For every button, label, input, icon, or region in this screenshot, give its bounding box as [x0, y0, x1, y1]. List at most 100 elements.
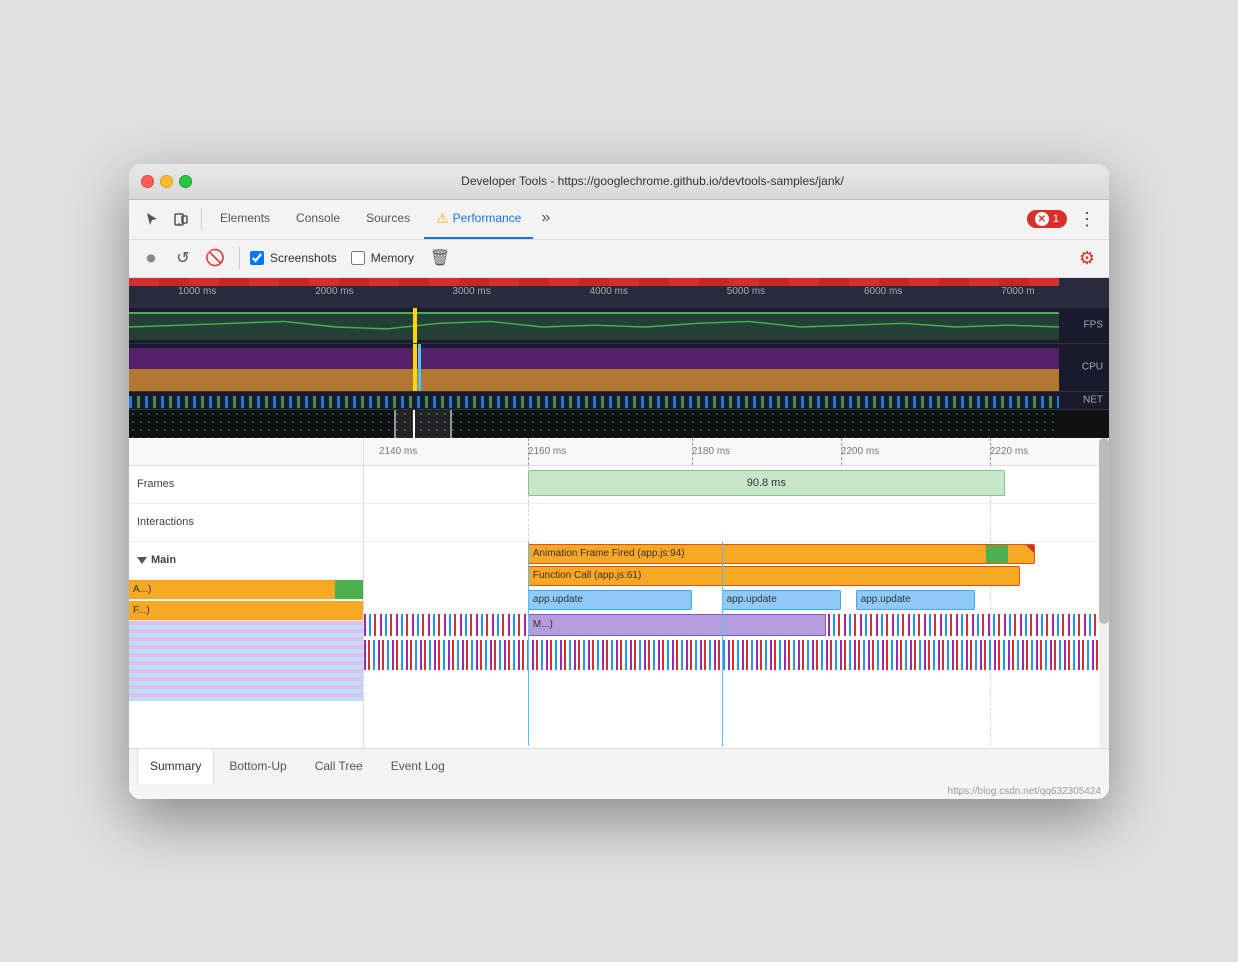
memory-checkbox[interactable]	[351, 251, 365, 265]
cpu-spike	[413, 344, 417, 391]
animation-frame-bar[interactable]: Animation Frame Fired (app.js:94)	[528, 544, 1035, 564]
fc-ruler-label-row	[129, 438, 363, 466]
dashed-line-4	[990, 438, 991, 465]
interactions-row	[364, 504, 1109, 542]
fps-red-strip	[129, 278, 1059, 286]
scrollbar-thumb[interactable]	[1099, 438, 1109, 624]
tab-more[interactable]: »	[535, 199, 556, 239]
fps-row: FPS	[129, 308, 1109, 344]
net-label: NET	[1083, 395, 1103, 406]
error-badge[interactable]: ✕ 1	[1027, 210, 1067, 228]
fc-tick-2200: 2200 ms	[841, 446, 879, 457]
tab-elements[interactable]: Elements	[208, 199, 282, 239]
timeline-cursor	[413, 410, 415, 438]
dashed-int-1	[528, 504, 529, 541]
ruler-tick-6000: 6000 ms	[864, 286, 902, 297]
tab-bottom-up[interactable]: Bottom-Up	[216, 748, 299, 784]
micro-bar-row-2	[364, 640, 1109, 670]
fc-tick-2220: 2220 ms	[990, 446, 1028, 457]
screenshots-row	[129, 410, 1109, 438]
error-icon: ✕	[1035, 212, 1049, 226]
bottom-tab-bar: Summary Bottom-Up Call Tree Event Log	[129, 748, 1109, 784]
timeline-overview[interactable]: 1000 ms 2000 ms 3000 ms 4000 ms 5000 ms …	[129, 278, 1109, 438]
cpu-label: CPU	[1082, 362, 1103, 373]
performance-toolbar: ⏺ ↺ 🚫 Screenshots Memory 🗑 ⚙	[129, 240, 1109, 278]
window-title: Developer Tools - https://googlechrome.g…	[208, 174, 1097, 188]
scrollbar-track[interactable]	[1099, 438, 1109, 748]
frames-label: Frames	[129, 466, 363, 504]
cpu-blue-spike	[418, 344, 421, 391]
tab-event-log[interactable]: Event Log	[378, 748, 458, 784]
record-button[interactable]: ⏺	[137, 244, 165, 272]
dashed-line-1	[528, 438, 529, 465]
screenshot-dots	[129, 410, 1059, 438]
screenshots-label: Screenshots	[270, 251, 337, 265]
net-row: NET	[129, 392, 1109, 410]
screenshots-checkbox[interactable]	[250, 251, 264, 265]
main-flame-area[interactable]: Animation Frame Fired (app.js:94) Functi…	[364, 542, 1109, 746]
ruler-tick-5000: 5000 ms	[727, 286, 765, 297]
app-update-bar-2[interactable]: app.update	[722, 590, 841, 610]
ruler-tick-2000: 2000 ms	[315, 286, 353, 297]
more-menu-button[interactable]: ⋮	[1073, 205, 1101, 233]
titlebar: Developer Tools - https://googlechrome.g…	[129, 164, 1109, 200]
divider	[201, 208, 202, 230]
overview-selection[interactable]	[394, 410, 453, 438]
clear-button[interactable]: 🚫	[201, 244, 229, 272]
flame-cursor-left	[528, 542, 529, 746]
main-label: Main	[129, 542, 363, 580]
traffic-lights	[141, 175, 192, 188]
flame-cursor-right	[722, 542, 723, 746]
ruler-tick-7000: 7000 m	[1001, 286, 1034, 297]
memory-label: Memory	[371, 251, 414, 265]
close-button[interactable]	[141, 175, 154, 188]
cpu-row: CPU	[129, 344, 1109, 392]
devtools-body: Elements Console Sources ⚠ Performance »…	[129, 200, 1109, 799]
fc-tick-2140: 2140 ms	[379, 446, 417, 457]
net-bars	[129, 396, 1059, 408]
fps-spike	[413, 308, 417, 343]
function-call-bar[interactable]: Function Call (app.js:61)	[528, 566, 1020, 586]
micro-bars-container: M...)	[364, 614, 1109, 674]
tab-console[interactable]: Console	[284, 199, 352, 239]
tab-performance[interactable]: ⚠ Performance	[424, 199, 533, 239]
cursor-icon[interactable]	[137, 205, 165, 233]
reload-profile-button[interactable]: ↺	[169, 244, 197, 272]
flame-label-function: F...)	[129, 601, 363, 621]
fps-label: FPS	[1084, 320, 1103, 331]
app-update-bar-1[interactable]: app.update	[528, 590, 692, 610]
tab-call-tree[interactable]: Call Tree	[302, 748, 376, 784]
app-update-bar-3[interactable]: app.update	[856, 590, 975, 610]
m-bar[interactable]: M...)	[528, 614, 826, 636]
cpu-yellow	[129, 369, 1059, 390]
warning-icon: ⚠	[436, 210, 449, 227]
trash-icon[interactable]: 🗑	[426, 244, 454, 272]
ruler-tick-1000: 1000 ms	[178, 286, 216, 297]
memory-group: Memory	[351, 251, 414, 265]
tab-sources[interactable]: Sources	[354, 199, 422, 239]
maximize-button[interactable]	[179, 175, 192, 188]
interactions-label: Interactions	[129, 504, 363, 542]
tab-bar: Elements Console Sources ⚠ Performance »…	[129, 200, 1109, 240]
fc-ruler-row: 2140 ms 2160 ms 2180 ms 2200 ms 2220 ms	[364, 438, 1109, 466]
minimize-button[interactable]	[160, 175, 173, 188]
flamechart-area: Frames Interactions Main A...) F...)	[129, 438, 1109, 748]
ruler-tick-4000: 4000 ms	[590, 286, 628, 297]
flame-label-animation: A...)	[129, 580, 363, 600]
separator	[239, 247, 240, 269]
frames-row: 90.8 ms	[364, 466, 1109, 504]
ruler-tick-3000: 3000 ms	[452, 286, 490, 297]
dashed-line-2	[692, 438, 693, 465]
device-icon[interactable]	[167, 205, 195, 233]
collapse-icon[interactable]	[137, 557, 147, 564]
fps-area	[129, 312, 1059, 340]
flamechart-content[interactable]: 2140 ms 2160 ms 2180 ms 2200 ms 2220 ms	[364, 438, 1109, 748]
devtools-window: Developer Tools - https://googlechrome.g…	[129, 164, 1109, 799]
fc-tick-2160: 2160 ms	[528, 446, 566, 457]
screenshots-group: Screenshots	[250, 251, 337, 265]
settings-icon[interactable]: ⚙	[1073, 244, 1101, 272]
dashed-line-3	[841, 438, 842, 465]
flamechart-labels: Frames Interactions Main A...) F...)	[129, 438, 364, 748]
tab-summary[interactable]: Summary	[137, 748, 214, 784]
flame-multi-left	[129, 621, 363, 701]
